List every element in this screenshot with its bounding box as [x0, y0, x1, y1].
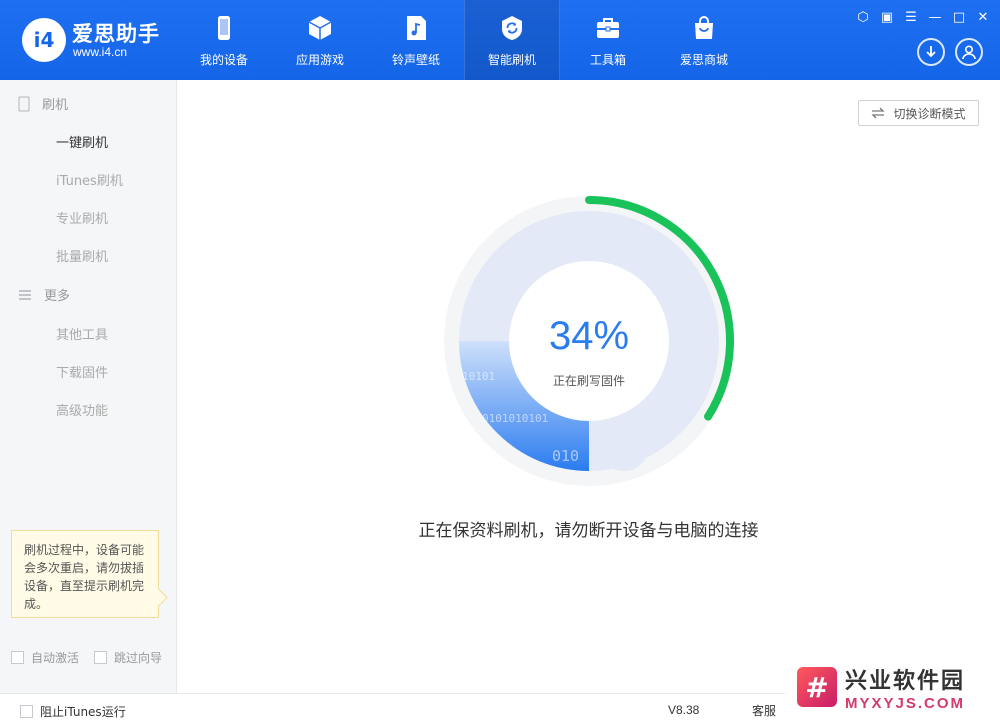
- progress-percent: 34%: [549, 314, 629, 358]
- brand-url: www.i4.cn: [73, 45, 128, 59]
- sidebar-group-flash: 刷机: [18, 94, 68, 113]
- cube-icon: [308, 16, 332, 40]
- watermark: # 兴业软件园 MYXYJS.COM: [785, 650, 1000, 724]
- maximize-icon[interactable]: □: [950, 8, 968, 26]
- window-controls: ⬡ ▣ ☰ — □ ✕: [854, 8, 992, 26]
- tab-label: 工具箱: [589, 53, 626, 67]
- switch-mode-label: 切换诊断模式: [893, 106, 966, 121]
- sidebar: 刷机 一键刷机 iTunes刷机 专业刷机 批量刷机 更多 其他工具 下载固件 …: [0, 80, 177, 693]
- tab-ringtones-wallpapers[interactable]: 铃声壁纸: [368, 0, 464, 80]
- checkbox-box: [20, 705, 33, 718]
- ring-fill-cap: [599, 421, 649, 471]
- close-icon[interactable]: ✕: [974, 8, 992, 26]
- watermark-text: 兴业软件园 MYXYJS.COM: [845, 663, 965, 712]
- skip-guide-checkbox[interactable]: 跳过向导: [94, 649, 162, 666]
- refresh-shield-icon: [502, 16, 522, 40]
- checkbox-box: [94, 651, 107, 664]
- brand-name: 爱思助手: [72, 22, 160, 46]
- app-logo: i4: [22, 18, 66, 62]
- tab-toolbox[interactable]: 工具箱: [560, 0, 656, 80]
- service-link[interactable]: 客服: [752, 702, 776, 719]
- tab-apps-games[interactable]: 应用游戏: [272, 0, 368, 80]
- checkbox-label: 跳过向导: [114, 651, 163, 665]
- phone-outline-icon: [18, 96, 30, 111]
- sidebar-item-download-firmware[interactable]: 下载固件: [56, 362, 108, 381]
- binary-text: 10101: [462, 370, 495, 383]
- sidebar-item-batch-flash[interactable]: 批量刷机: [56, 246, 108, 265]
- checkbox-label: 自动激活: [31, 651, 80, 665]
- auto-activate-checkbox[interactable]: 自动激活: [11, 649, 79, 666]
- sidebar-item-pro-flash[interactable]: 专业刷机: [56, 208, 108, 227]
- switch-diagnostic-mode-button[interactable]: 切换诊断模式: [858, 100, 979, 126]
- download-icon: [926, 46, 936, 58]
- download-button[interactable]: [917, 38, 945, 66]
- sidebar-group-label: 更多: [44, 289, 71, 304]
- list-icon: [19, 289, 31, 300]
- tab-smart-flash[interactable]: 智能刷机: [464, 0, 560, 80]
- music-file-icon: [407, 16, 426, 40]
- tab-label: 铃声壁纸: [391, 53, 440, 67]
- tab-store[interactable]: 爱思商城: [656, 0, 752, 80]
- shirt-icon[interactable]: ⬡: [854, 8, 872, 26]
- binary-text: 0101010101: [482, 412, 548, 425]
- sidebar-item-itunes-flash[interactable]: iTunes刷机: [56, 170, 123, 189]
- flash-tip: 刷机过程中，设备可能会多次重启，请勿拔插设备，直至提示刷机完成。: [11, 530, 159, 618]
- flash-progress-ring: 10101 0101010101 010 34% 正在刷写固件: [444, 196, 734, 486]
- menu-icon[interactable]: ☰: [902, 8, 920, 26]
- user-button[interactable]: [955, 38, 983, 66]
- tab-label: 爱思商城: [679, 53, 728, 67]
- sidebar-group-label: 刷机: [42, 98, 69, 113]
- tab-label: 应用游戏: [295, 53, 344, 67]
- main-nav: 我的设备 应用游戏 铃声壁纸 智能刷机 工具箱 爱思商城: [176, 0, 752, 80]
- sidebar-item-one-click-flash[interactable]: 一键刷机: [56, 132, 108, 151]
- checkbox-label: 阻止iTunes运行: [40, 705, 126, 719]
- note-icon[interactable]: ▣: [878, 8, 896, 26]
- phone-icon: [218, 16, 230, 40]
- checkbox-box: [11, 651, 24, 664]
- watermark-domain: MYXYJS.COM: [845, 694, 966, 712]
- sidebar-item-other-tools[interactable]: 其他工具: [56, 324, 108, 343]
- user-icon: [962, 45, 976, 60]
- minimize-icon[interactable]: —: [926, 8, 944, 26]
- progress-status: 正在刷写固件: [553, 374, 625, 388]
- sidebar-item-advanced[interactable]: 高级功能: [56, 400, 108, 419]
- tab-label: 我的设备: [199, 53, 248, 67]
- block-itunes-checkbox[interactable]: 阻止iTunes运行: [20, 703, 126, 720]
- shopping-bag-icon: [695, 16, 713, 39]
- watermark-badge: #: [797, 667, 837, 707]
- tab-label: 智能刷机: [487, 53, 536, 67]
- progress-ring-svg: 10101 0101010101 010 34% 正在刷写固件: [444, 196, 734, 486]
- version-label: V8.38: [668, 703, 700, 717]
- binary-text: 010: [552, 447, 579, 465]
- tab-my-device[interactable]: 我的设备: [176, 0, 272, 80]
- watermark-name: 兴业软件园: [845, 668, 966, 694]
- flash-message: 正在保资料刷机，请勿断开设备与电脑的连接: [418, 521, 759, 541]
- toolbox-icon: [597, 18, 619, 38]
- sidebar-group-more: 更多: [18, 285, 70, 304]
- swap-icon: [871, 107, 886, 119]
- app-header: i4 爱思助手 www.i4.cn 我的设备 应用游戏 铃声壁纸 智能刷机 工具…: [0, 0, 1000, 80]
